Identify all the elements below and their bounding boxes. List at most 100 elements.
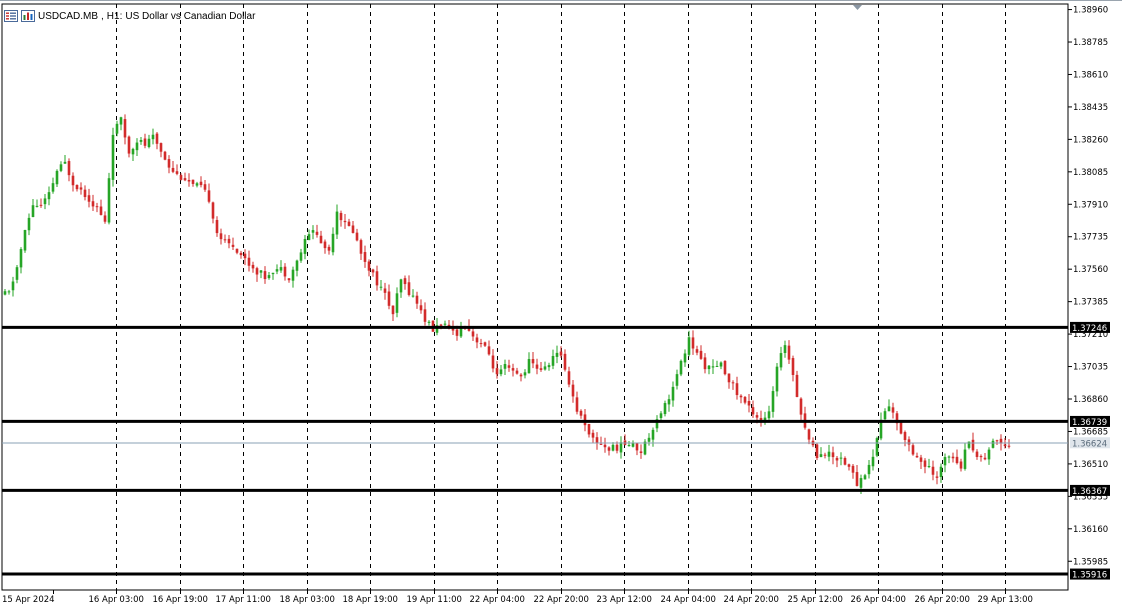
candle-bull xyxy=(499,369,503,375)
price-axis-label: 1.37560 xyxy=(1073,265,1108,275)
candle-bear xyxy=(787,345,791,360)
candle-bull xyxy=(771,391,775,412)
candle-bear xyxy=(931,466,935,475)
time-axis-label: 15 Apr 2024 xyxy=(2,595,55,605)
candle-bear xyxy=(67,161,71,176)
candle-bear xyxy=(247,257,251,266)
candle-bull xyxy=(35,205,39,207)
candle-bull xyxy=(139,139,143,142)
candle-bear xyxy=(587,423,591,435)
candle-bull xyxy=(707,365,711,370)
candle-bear xyxy=(203,184,207,190)
candle-bear xyxy=(807,429,811,440)
candle-bear xyxy=(391,305,395,315)
time-axis-label: 25 Apr 12:00 xyxy=(788,595,843,605)
candle-bull xyxy=(311,230,315,233)
candle-bear xyxy=(255,268,259,275)
candle-bull xyxy=(307,234,311,241)
chart-bars-icon[interactable] xyxy=(21,10,35,22)
candle-bear xyxy=(227,238,231,244)
candle-bear xyxy=(283,266,287,277)
candle-bull xyxy=(303,238,307,254)
candle-bull xyxy=(279,267,283,271)
candle-bear xyxy=(71,175,75,186)
candle-bear xyxy=(975,451,979,457)
candle-bear xyxy=(319,235,323,244)
candle-bear xyxy=(599,443,603,445)
candle-bear xyxy=(731,382,735,384)
candle-bull xyxy=(839,457,843,459)
price-axis-label: 1.38960 xyxy=(1073,6,1108,16)
time-axis-label: 18 Apr 03:00 xyxy=(280,595,335,605)
candle-bear xyxy=(175,171,179,174)
candle-bear xyxy=(479,343,483,345)
candle-bull xyxy=(547,365,551,368)
candle-bear xyxy=(167,159,171,168)
candle-bull xyxy=(671,386,675,401)
candle-bear xyxy=(263,271,267,280)
candle-bull xyxy=(275,269,279,272)
candle-bear xyxy=(799,398,803,415)
candle-bear xyxy=(211,202,215,219)
list-icon[interactable] xyxy=(4,10,18,22)
candle-bull xyxy=(667,399,671,405)
candle-bear xyxy=(795,374,799,397)
candle-bear xyxy=(563,353,567,370)
candle-bear xyxy=(519,374,523,377)
candle-bull xyxy=(683,353,687,363)
price-axis-label: 1.38785 xyxy=(1073,38,1108,48)
price-axis-label: 1.38085 xyxy=(1073,168,1108,178)
candle-bull xyxy=(555,352,559,357)
time-axis-label: 18 Apr 19:00 xyxy=(343,595,398,605)
candle-bull xyxy=(427,321,431,323)
candle-bear xyxy=(187,179,191,182)
candle-bull xyxy=(331,233,335,253)
candle-bull xyxy=(19,249,23,268)
candle-bear xyxy=(615,444,619,451)
candle-bear xyxy=(639,451,643,454)
candle-bull xyxy=(299,252,303,261)
candle-bear xyxy=(315,231,319,235)
candle-bear xyxy=(507,365,511,368)
candle-bull xyxy=(271,272,275,275)
candle-bear xyxy=(835,457,839,461)
candle-bull xyxy=(295,260,299,271)
candle-bear xyxy=(691,337,695,349)
candle-bear xyxy=(847,464,851,467)
candle-bear xyxy=(851,465,855,473)
candle-bull xyxy=(963,449,967,469)
candle-bull xyxy=(715,366,719,368)
candle-bear xyxy=(911,445,915,455)
time-axis-label: 16 Apr 19:00 xyxy=(153,595,208,605)
candle-bear xyxy=(607,447,611,451)
candle-bear xyxy=(123,119,127,138)
price-axis-label: 1.35985 xyxy=(1073,557,1108,567)
candle-bull xyxy=(659,413,663,418)
candle-bear xyxy=(159,143,163,152)
candle-bull xyxy=(523,372,527,376)
candle-bear xyxy=(351,225,355,233)
candle-bear xyxy=(251,264,255,269)
candle-bear xyxy=(727,373,731,383)
symbol-name: USDCAD.MB xyxy=(38,10,99,22)
candle-bull xyxy=(3,291,7,295)
plot-frame xyxy=(1,3,1069,591)
time-axis-label: 22 Apr 20:00 xyxy=(534,595,589,605)
candle-bear xyxy=(39,204,43,206)
candle-bear xyxy=(751,407,755,415)
chart-window[interactable]: 15 Apr 2024 16 Apr 03:00 16 Apr 19:00 17 Ap… xyxy=(0,0,1122,608)
candle-bear xyxy=(955,456,959,464)
candle-bull xyxy=(863,475,867,480)
candle-bear xyxy=(915,455,919,458)
candle-bear xyxy=(99,206,103,215)
candle-bull xyxy=(875,438,879,456)
candle-bear xyxy=(371,269,375,273)
candle-bear xyxy=(791,358,795,375)
candle-bull xyxy=(47,192,51,200)
candle-bull xyxy=(627,445,631,447)
candle-bull xyxy=(991,440,995,448)
candle-bear xyxy=(815,444,819,459)
candle-bull xyxy=(631,442,635,447)
candle-bull xyxy=(503,363,507,369)
price-chart[interactable]: 15 Apr 2024 16 Apr 03:00 16 Apr 19:00 17 Ap… xyxy=(0,0,1122,608)
